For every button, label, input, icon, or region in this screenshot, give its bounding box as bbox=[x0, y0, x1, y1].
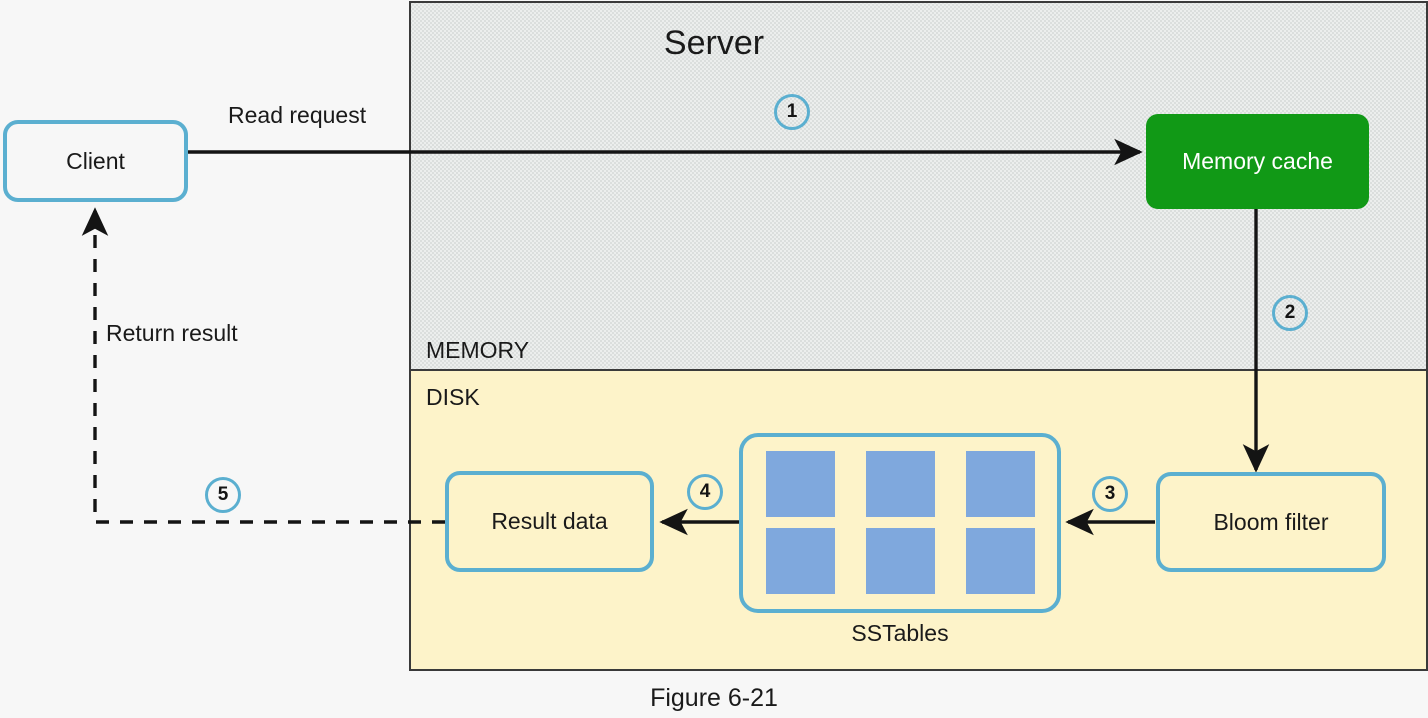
edge-label-read-request: Read request bbox=[228, 102, 367, 128]
edge-return-result bbox=[81, 207, 445, 524]
node-label-bloom-filter: Bloom filter bbox=[1213, 509, 1329, 535]
sstable-tile bbox=[766, 451, 835, 517]
step-marker-2: 2 bbox=[1272, 295, 1308, 331]
step-marker-3: 3 bbox=[1092, 476, 1128, 512]
region-label-disk: DISK bbox=[426, 384, 480, 410]
diagram-vector-layer bbox=[3, 1, 1428, 671]
sstable-tile bbox=[866, 528, 935, 594]
sstable-tile bbox=[966, 528, 1035, 594]
node-label-sstables: SSTables bbox=[851, 620, 949, 646]
edge-label-return-result: Return result bbox=[106, 320, 238, 346]
step-marker-4: 4 bbox=[687, 474, 723, 510]
region-label-memory: MEMORY bbox=[426, 337, 530, 363]
node-label-result-data: Result data bbox=[491, 508, 608, 534]
sstable-tile bbox=[766, 528, 835, 594]
step-marker-1: 1 bbox=[774, 94, 810, 130]
node-label-client: Client bbox=[66, 148, 125, 174]
server-title: Server bbox=[663, 24, 765, 62]
diagram-canvas: Server MEMORY DISK Client Memory cache B… bbox=[0, 0, 1428, 718]
sstable-tile bbox=[866, 451, 935, 517]
sstable-tile bbox=[966, 451, 1035, 517]
figure-caption: Figure 6-21 bbox=[650, 684, 778, 712]
step-marker-5: 5 bbox=[205, 477, 241, 513]
node-label-memory-cache: Memory cache bbox=[1182, 148, 1333, 174]
